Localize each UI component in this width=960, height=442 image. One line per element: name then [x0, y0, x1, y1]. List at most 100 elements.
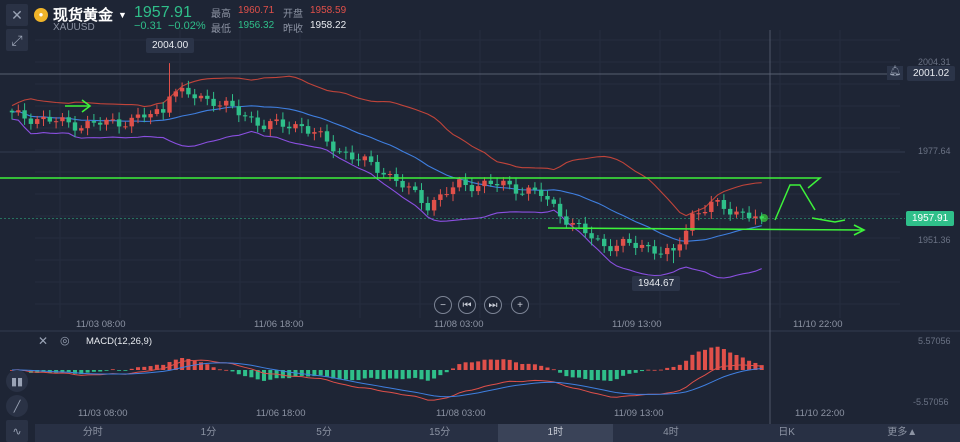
candle-body: [646, 244, 651, 247]
candle-body: [431, 199, 437, 211]
macd-max-label: 5.57056: [918, 336, 951, 346]
candle-body: [261, 125, 267, 130]
macd-bar: [85, 370, 90, 373]
candle-body: [419, 190, 424, 203]
macd-bar: [350, 370, 355, 381]
tab-4h[interactable]: 4时: [613, 424, 729, 442]
tab-daily[interactable]: 日K: [729, 424, 845, 442]
macd-bar: [608, 370, 613, 381]
tab-15min[interactable]: 15分: [382, 424, 498, 442]
macd-bar: [451, 368, 455, 370]
candle-body: [627, 238, 632, 243]
current-price-tag: 1957.91: [906, 211, 955, 226]
price-chart[interactable]: [0, 0, 960, 424]
macd-bar: [658, 369, 663, 371]
candle-body: [608, 246, 613, 252]
macd-bar: [217, 369, 222, 371]
macd-bar: [595, 370, 600, 381]
macd-bar: [640, 370, 644, 372]
scroll-start-button[interactable]: ⏮: [458, 296, 476, 314]
candle-body: [734, 211, 739, 215]
candle-body: [129, 117, 134, 127]
zoom-in-button[interactable]: +: [511, 296, 529, 314]
candle-body: [205, 95, 210, 99]
scroll-end-button[interactable]: ⏭: [484, 296, 502, 314]
candle-body: [683, 230, 689, 245]
macd-bar: [539, 365, 544, 370]
macd-bar: [583, 370, 588, 379]
candle-body: [753, 216, 758, 219]
candle-body: [362, 156, 367, 161]
macd-bar: [526, 363, 531, 370]
candle-body: [230, 100, 235, 107]
skip-forward-icon: ⏭: [488, 299, 498, 311]
candle-body: [709, 201, 714, 213]
candle-body: [255, 117, 260, 126]
candle-body: [501, 180, 506, 186]
macd-bar: [602, 370, 607, 381]
period-tabs: 分时 1分 5分 15分 1时 4时 日K 更多▲: [35, 424, 960, 442]
candle-body: [343, 151, 349, 153]
indicator-button[interactable]: ▮▮: [6, 370, 28, 392]
resistance-line: [547, 227, 863, 231]
candle-body: [368, 156, 374, 162]
tab-1min[interactable]: 1分: [151, 424, 267, 442]
macd-settings-icon[interactable]: ◎: [60, 334, 70, 347]
candle-body: [179, 87, 185, 92]
candle-body: [413, 186, 418, 191]
macd-min-label: -5.57056: [913, 397, 949, 407]
candle-body: [53, 121, 59, 123]
candle-body: [665, 247, 670, 255]
zoom-out-button[interactable]: −: [434, 296, 452, 314]
tab-more[interactable]: 更多▲: [844, 424, 960, 442]
macd-bar: [444, 370, 449, 373]
arrow-head: [800, 177, 823, 189]
candle-body: [425, 202, 430, 211]
macd-bar: [514, 362, 518, 370]
candle-body: [469, 185, 475, 192]
macd-bar: [558, 370, 563, 373]
candle-body: [98, 122, 103, 125]
candle-body: [116, 119, 122, 127]
candle-body: [337, 151, 342, 153]
candle-body: [148, 114, 153, 118]
tab-fenshi[interactable]: 分时: [35, 424, 151, 442]
macd-bar: [236, 370, 241, 375]
candle-body: [740, 211, 745, 213]
candle-body: [135, 114, 141, 118]
macd-bar: [621, 370, 626, 376]
candle-body: [123, 126, 128, 128]
candle-body: [557, 203, 563, 217]
macd-bar: [520, 364, 525, 370]
candle-body: [614, 245, 619, 252]
candle-body: [66, 117, 71, 123]
macd-bar: [98, 370, 103, 372]
candle-body: [671, 247, 676, 251]
macd-bar: [268, 370, 273, 380]
alert-price-tag[interactable]: 2001.02: [907, 66, 956, 81]
macd-bar: [646, 369, 651, 371]
candle-body: [457, 179, 462, 188]
macd-bar: [369, 370, 374, 378]
tab-1h[interactable]: 1时: [497, 424, 614, 442]
macd-bar: [476, 361, 481, 370]
tab-5min[interactable]: 5分: [266, 424, 382, 442]
line-chart-button[interactable]: ∿: [6, 420, 28, 442]
candle-body: [482, 180, 487, 187]
draw-button[interactable]: ╱: [6, 395, 28, 417]
macd-bar: [104, 370, 109, 371]
macd-bar: [306, 370, 311, 377]
macd-bar: [318, 370, 323, 376]
candle-body: [539, 189, 544, 196]
macd-bar: [728, 352, 733, 370]
macd-close-icon[interactable]: ✕: [38, 334, 48, 348]
alert-bell-icon[interactable]: 🔔︎: [887, 66, 903, 80]
macd-bar: [671, 366, 676, 370]
macd-bar: [627, 370, 632, 374]
candle-body: [702, 212, 708, 214]
axis-label: 1951.36: [918, 235, 951, 245]
time-label: 11/03 08:00: [76, 319, 126, 330]
macd-bar: [262, 370, 266, 381]
candle-body: [476, 186, 481, 192]
macd-bar: [545, 367, 550, 370]
